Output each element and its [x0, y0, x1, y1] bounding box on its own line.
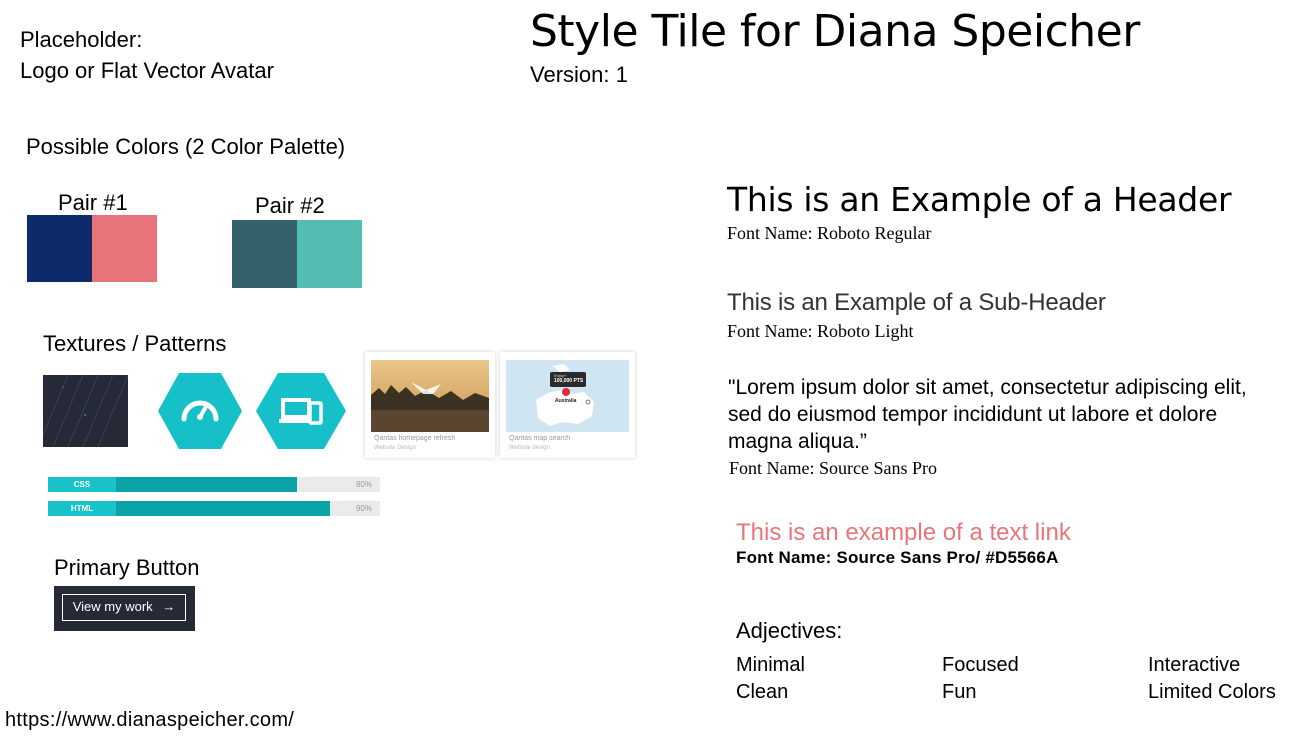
button-heading: Primary Button — [54, 555, 200, 580]
placeholder-label: Placeholder: — [20, 27, 143, 52]
devices-icon — [256, 369, 346, 458]
arrow-right-icon: → — [162, 599, 176, 614]
skill-bar-label: HTML — [48, 501, 116, 516]
pair1-swatch-navy — [27, 215, 92, 282]
logo-placeholder: Placeholder: Logo or Flat Vector Avatar — [20, 24, 274, 86]
adjective-item: Fun — [942, 681, 977, 703]
body-font-name: Font Name: Source Sans Pro — [729, 458, 937, 478]
colors-heading: Possible Colors (2 Color Palette) — [26, 134, 346, 159]
map-points: 100,000 PTS — [554, 378, 584, 384]
portfolio-card-homepage[interactable]: Qantas homepage refresh Website Design — [365, 352, 495, 458]
placeholder-description: Logo or Flat Vector Avatar — [20, 58, 274, 83]
dark-texture-swatch — [43, 375, 128, 447]
adjective-item: Limited Colors — [1148, 681, 1276, 703]
pair1-label: Pair #1 — [58, 190, 128, 215]
skill-bar-css: CSS 80% — [48, 477, 380, 492]
landscape-thumbnail — [371, 360, 489, 432]
header-example: This is an Example of a Header — [727, 180, 1232, 219]
textures-heading: Textures / Patterns — [43, 331, 227, 356]
header-font-name: Font Name: Roboto Regular — [727, 223, 932, 243]
pair2-swatch-teal-dark — [232, 220, 297, 288]
button-label: View my work — [72, 599, 153, 614]
speedometer-icon — [158, 369, 242, 458]
skill-bar-label: CSS — [48, 477, 116, 492]
site-url[interactable]: https://www.dianaspeicher.com/ — [5, 706, 294, 734]
skill-bar-html: HTML 90% — [48, 501, 380, 516]
map-thumbnail: Enjoy+ 100,000 PTS Australia — [506, 360, 629, 432]
body-text-example: "Lorem ipsum dolor sit amet, consectetur… — [728, 376, 1247, 453]
map-location: Australia — [555, 398, 577, 404]
page-title: Style Tile for Diana Speicher — [530, 6, 1140, 57]
card-title: Qantas map search — [509, 435, 571, 442]
portfolio-card-map[interactable]: Enjoy+ 100,000 PTS Australia Qantas map … — [500, 352, 635, 458]
pair2-label: Pair #2 — [255, 193, 325, 218]
card-subtitle: Website design — [509, 445, 550, 451]
card-title: Qantas homepage refresh — [374, 435, 456, 442]
card-subtitle: Website Design — [374, 445, 416, 451]
text-link-example[interactable]: This is an example of a text link — [736, 517, 1071, 549]
view-my-work-button[interactable]: View my work → — [62, 594, 186, 621]
pair2-swatch-teal-light — [297, 220, 362, 288]
link-font-name: Font Name: Source Sans Pro/ #D5566A — [736, 548, 1059, 567]
subheader-font-name: Font Name: Roboto Light — [727, 321, 914, 341]
adjective-item: Interactive — [1148, 654, 1241, 676]
skill-bar-percent: 80% — [355, 480, 372, 489]
skill-bar-percent: 90% — [355, 504, 372, 513]
adjective-item: Clean — [736, 681, 789, 703]
pair1-swatch-coral — [92, 215, 157, 282]
adjectives-heading: Adjectives: — [736, 618, 843, 643]
primary-button-sample: View my work → — [54, 586, 195, 631]
adjective-item: Focused — [942, 654, 1019, 676]
adjective-item: Minimal — [736, 654, 805, 676]
subheader-example: This is an Example of a Sub-Header — [727, 289, 1106, 316]
version-label: Version: 1 — [530, 62, 628, 87]
